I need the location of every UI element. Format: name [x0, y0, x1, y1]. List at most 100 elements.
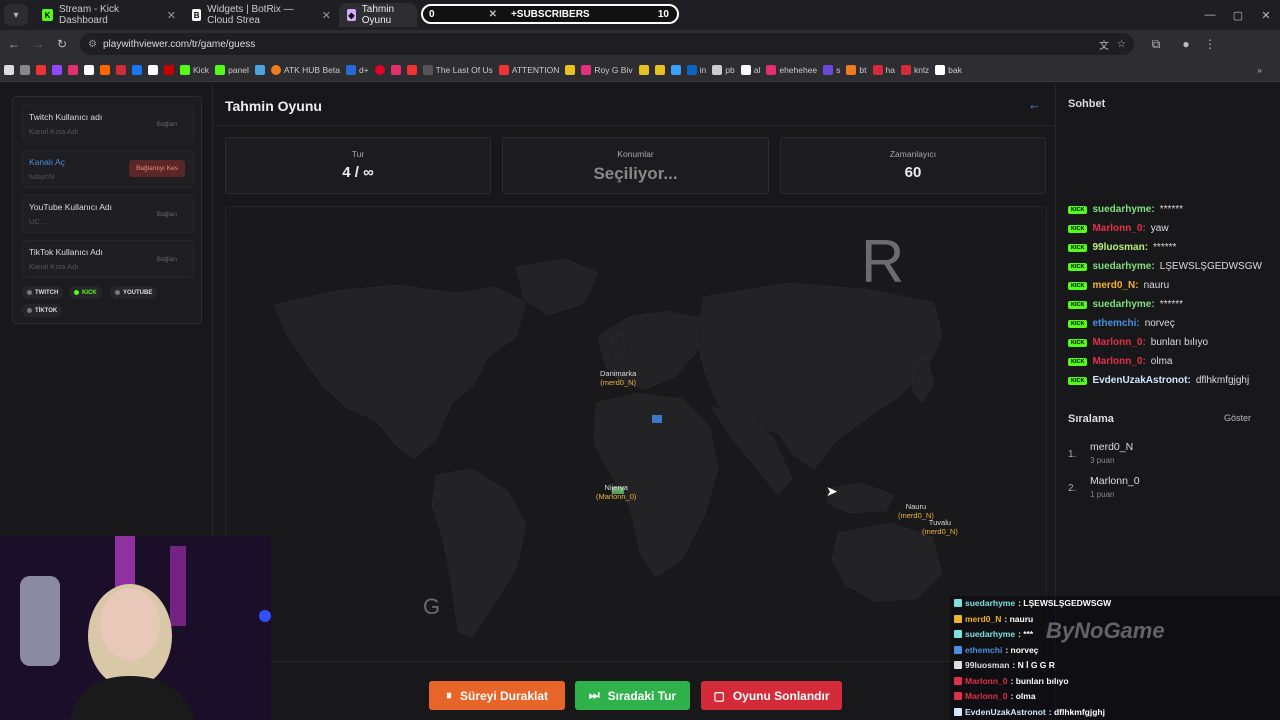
pause-timer-button[interactable]: ⏸ Süreyi Duraklat: [429, 681, 565, 710]
kick-badge-icon: KICK: [1068, 243, 1088, 252]
chat-text: ******: [1159, 299, 1184, 310]
kick-connection: Kanalı Aç tulaychi Bağlantıyı Kes: [22, 150, 194, 188]
stop-icon: ▢: [713, 688, 725, 703]
chat-username[interactable]: suedarhyme:: [1092, 261, 1154, 272]
bookmark-icon[interactable]: [116, 64, 126, 75]
webcam-feed: [0, 536, 271, 720]
map-marker-nigeria[interactable]: Nijerya (Marlonn_0): [596, 483, 636, 501]
youtube-connect-button[interactable]: Bağlan: [151, 208, 183, 221]
platform-icon: [954, 645, 962, 654]
pinterest-icon[interactable]: [374, 64, 385, 75]
bookmark-icon[interactable]: [670, 64, 681, 75]
window-close-icon[interactable]: ✕: [1252, 9, 1280, 22]
tab-botrix-widgets[interactable]: B Widgets | BotRix — Cloud Strea ✕: [184, 3, 339, 27]
tab-search-icon[interactable]: ▾: [4, 4, 28, 26]
tab-tahmin-oyunu[interactable]: ◆ Tahmin Oyunu: [339, 3, 417, 27]
site-info-icon[interactable]: ⚙: [88, 39, 97, 50]
apps-icon[interactable]: [20, 64, 30, 75]
bookmark-icon[interactable]: [100, 64, 110, 75]
facebook-icon[interactable]: [132, 64, 142, 75]
world-map[interactable]: R G Danimarka (merd0_N) Nijerya (Marlonn…: [225, 206, 1047, 662]
bookmark-bak[interactable]: bak: [935, 64, 962, 75]
bookmark-ha[interactable]: ha: [872, 64, 895, 75]
open-channel-link[interactable]: Kanalı Aç: [29, 157, 65, 167]
chat-username[interactable]: suedarhyme:: [1092, 299, 1154, 310]
back-arrow-icon[interactable]: ←: [1028, 97, 1041, 112]
youtube-icon[interactable]: [36, 64, 46, 75]
tiktok-username-input[interactable]: Kanal Kısa Adı: [29, 262, 78, 271]
chat-username[interactable]: EvdenUzakAstronot:: [1092, 375, 1190, 386]
bookmark-icon[interactable]: [638, 64, 649, 75]
tab-kick-dashboard[interactable]: K Stream - Kick Dashboard ✕: [34, 3, 184, 27]
chat-username[interactable]: Marlonn_0:: [1092, 223, 1145, 234]
overlay-chat-line: suedarhyme: ***: [954, 629, 1033, 639]
round-stat: Tur 4 / ∞: [225, 137, 491, 194]
minimize-icon[interactable]: —: [1196, 9, 1224, 21]
maximize-icon[interactable]: ▢: [1224, 9, 1252, 22]
chat-username[interactable]: 99luosman:: [1092, 242, 1148, 253]
chat-username[interactable]: ethemchi:: [1092, 318, 1139, 329]
snapchat-icon[interactable]: [84, 64, 94, 75]
bookmark-icon[interactable]: [406, 64, 417, 75]
bookmark-roy-g-biv[interactable]: Roy G Biv: [581, 64, 633, 75]
overlay-chat-text: : N İ G G R: [1012, 660, 1055, 670]
bookmark-atk-hub[interactable]: ATK HUB Beta: [270, 64, 340, 75]
bookmark-pb[interactable]: pb: [712, 64, 735, 75]
close-icon[interactable]: ✕: [322, 9, 331, 22]
reload-icon[interactable]: ↻: [50, 37, 74, 51]
x-icon[interactable]: [148, 64, 158, 75]
chat-username[interactable]: suedarhyme:: [1092, 204, 1154, 215]
bookmark-icon[interactable]: [4, 64, 14, 75]
chat-username[interactable]: Marlonn_0:: [1092, 337, 1145, 348]
steam-icon[interactable]: [254, 64, 265, 75]
bookmark-icon[interactable]: [164, 64, 174, 75]
map-marker-denmark[interactable]: Danimarka (merd0_N): [600, 369, 636, 387]
bookmark-kick[interactable]: Kick: [180, 64, 209, 75]
youtube-username-input[interactable]: UC...: [29, 217, 46, 226]
bookmark-ehehehee[interactable]: ehehehee: [766, 64, 817, 75]
tiktok-connection: TikTok Kullanıcı Adı Kanal Kısa Adı Bağl…: [22, 240, 194, 278]
kick-disconnect-button[interactable]: Bağlantıyı Kes: [129, 160, 185, 177]
translate-icon[interactable]: 文: [1099, 37, 1109, 52]
url-field[interactable]: ⚙ playwithviewer.com/tr/game/guess 文 ☆: [80, 33, 1134, 55]
ranking-show-button[interactable]: Göster: [1224, 413, 1251, 423]
bookmark-attention[interactable]: ATTENTION: [498, 64, 559, 75]
forward-icon[interactable]: →: [26, 37, 50, 51]
bookmark-knlz[interactable]: knlz: [900, 64, 929, 75]
back-icon[interactable]: ←: [2, 37, 26, 51]
bookmark-linkedin[interactable]: in: [686, 64, 706, 75]
profile-avatar-icon[interactable]: ●: [1174, 37, 1198, 51]
twitch-icon[interactable]: [52, 64, 62, 75]
instagram-icon[interactable]: [390, 64, 401, 75]
platform-tag-twitch: TWITCH: [22, 286, 64, 299]
bookmark-panel[interactable]: panel: [215, 64, 249, 75]
instagram-icon[interactable]: [68, 64, 78, 75]
overlay-chat-username: ethemchi: [965, 644, 1003, 655]
close-icon[interactable]: ✕: [167, 9, 176, 22]
more-bookmarks-icon[interactable]: »: [1257, 65, 1262, 75]
map-marker-tuvalu[interactable]: Tuvalu (merd0_N): [922, 518, 958, 536]
bookmark-icon[interactable]: [565, 64, 576, 75]
subscriber-goal-overlay: 0 ✕ +SUBSCRIBERS 10: [421, 4, 679, 24]
menu-icon[interactable]: ⋮: [1198, 37, 1222, 51]
twitch-username-input[interactable]: Kanal Kısa Adı: [29, 127, 78, 136]
extensions-icon[interactable]: ⧉: [1144, 37, 1168, 52]
chat-username[interactable]: merd0_N:: [1092, 280, 1138, 291]
tiktok-connect-button[interactable]: Bağlan: [151, 253, 183, 266]
bookmark-s[interactable]: s: [823, 64, 840, 75]
kick-username-input[interactable]: tulaychi: [29, 172, 54, 181]
platform-tag-youtube: YOUTUBE: [110, 286, 158, 299]
overlay-chat-text: : nauru: [1004, 613, 1034, 624]
next-round-button[interactable]: ⏭ Sıradaki Tur: [575, 681, 690, 710]
bookmark-last-of-us[interactable]: The Last Of Us: [422, 64, 493, 75]
end-game-button[interactable]: ▢ Oyunu Sonlandır: [701, 681, 842, 710]
bookmark-bt[interactable]: bt: [846, 64, 867, 75]
bookmark-star-icon[interactable]: ☆: [1117, 39, 1126, 50]
bookmark-icon[interactable]: [654, 64, 665, 75]
mouse-cursor-icon: ➤: [826, 483, 838, 499]
twitch-connect-button[interactable]: Bağlan: [151, 118, 183, 131]
bookmark-al[interactable]: al: [740, 64, 760, 75]
bookmark-dplus[interactable]: d+: [345, 64, 369, 75]
chat-username[interactable]: Marlonn_0:: [1092, 356, 1145, 367]
stream-overlay-chat: suedarhyme: LŞEWSLŞGEDWSGW merd0_N: nauru…: [950, 596, 1280, 720]
